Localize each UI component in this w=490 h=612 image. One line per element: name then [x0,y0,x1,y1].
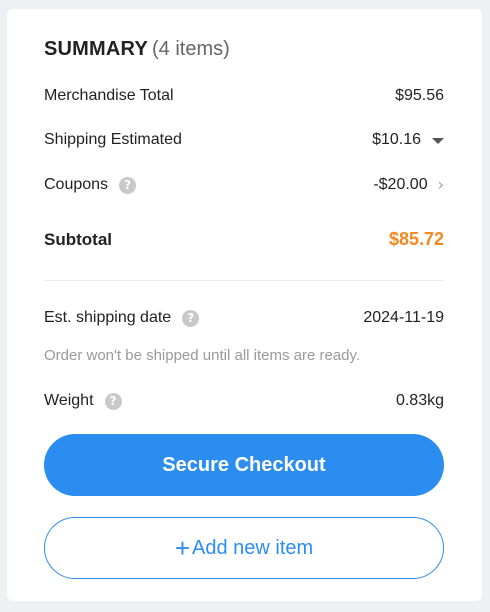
divider [44,280,444,281]
summary-title: SUMMARY (4 items) [44,37,230,61]
merchandise-total-row: Merchandise Total $95.56 [44,87,444,105]
weight-label: Weight [44,392,94,409]
subtotal-row: Subtotal $85.72 [44,229,444,250]
est-shipping-date-label-group: Est. shipping date ? [44,309,200,327]
help-icon[interactable]: ? [182,309,200,327]
plus-icon: + [174,533,190,563]
est-shipping-date-row: Est. shipping date ? 2024-11-19 [44,309,444,327]
weight-row: Weight ? 0.83kg [44,392,444,410]
shipping-note: Order won't be shipped until all items a… [44,347,361,364]
help-icon[interactable]: ? [104,392,122,410]
coupons-link[interactable]: -$20.00 › [373,176,444,194]
subtotal-label: Subtotal [44,229,112,249]
add-new-item-label: Add new item [192,536,314,559]
est-shipping-date-value: 2024-11-19 [363,309,444,326]
merchandise-total-label: Merchandise Total [44,87,174,104]
shipping-estimated-row[interactable]: Shipping Estimated $10.16 [44,131,444,149]
coupons-value: -$20.00 [373,176,428,193]
shipping-estimated-dropdown[interactable]: $10.16 [372,131,444,149]
subtotal-value: $85.72 [388,229,444,249]
order-summary-card: SUMMARY (4 items) Merchandise Total $95.5… [7,9,482,601]
help-icon[interactable]: ? [119,176,137,194]
caret-down-icon[interactable] [432,138,444,144]
coupons-label-group: Coupons ? [44,176,137,194]
coupons-label: Coupons [44,176,109,193]
weight-value: 0.83kg [395,392,444,409]
item-count: (4 items) [152,38,230,60]
weight-label-group: Weight ? [44,392,122,410]
merchandise-total-value: $95.56 [395,87,444,104]
secure-checkout-button[interactable]: Secure Checkout [44,434,444,496]
summary-heading: SUMMARY [44,38,148,60]
coupons-row[interactable]: Coupons ? -$20.00 › [44,176,444,194]
add-new-item-button[interactable]: + Add new item [44,517,444,579]
chevron-right-icon[interactable]: › [438,177,444,193]
est-shipping-date-label: Est. shipping date [44,309,172,326]
shipping-estimated-value: $10.16 [372,131,421,148]
shipping-estimated-label: Shipping Estimated [44,131,182,148]
